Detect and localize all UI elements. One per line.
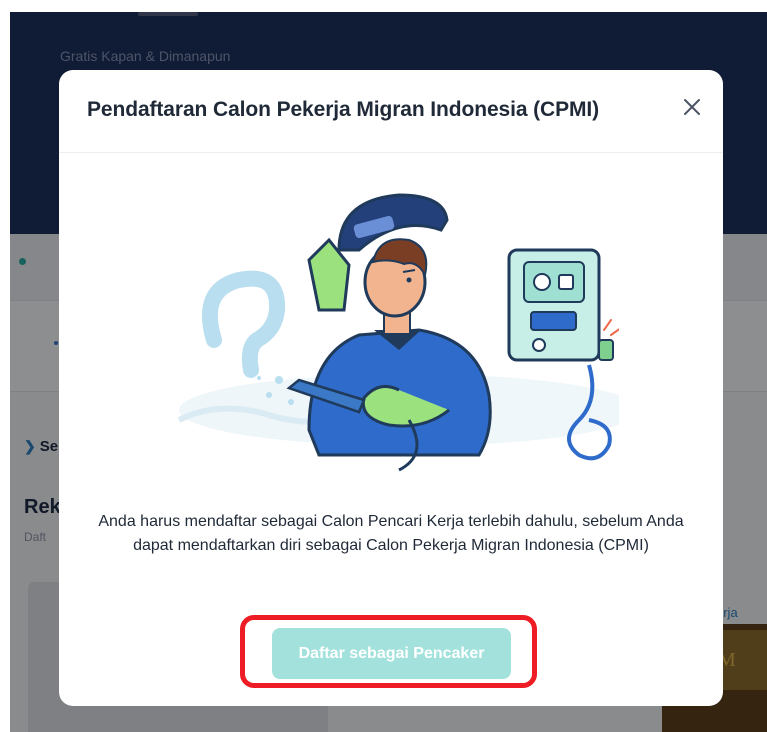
register-pencaker-button[interactable]: Daftar sebagai Pencaker [272,628,511,679]
modal-title: Pendaftaran Calon Pekerja Migran Indones… [87,98,600,121]
question-shape [201,270,286,378]
modal-header: Pendaftaran Calon Pekerja Migran Indones… [59,70,723,153]
modal-message: Anda harus mendaftar sebagai Calon Penca… [98,513,684,554]
close-button[interactable] [677,92,707,122]
worker [286,193,492,472]
cpmi-registration-modal: Pendaftaran Calon Pekerja Migran Indones… [59,70,723,706]
close-icon [684,99,700,115]
welder-illustration [177,193,619,472]
